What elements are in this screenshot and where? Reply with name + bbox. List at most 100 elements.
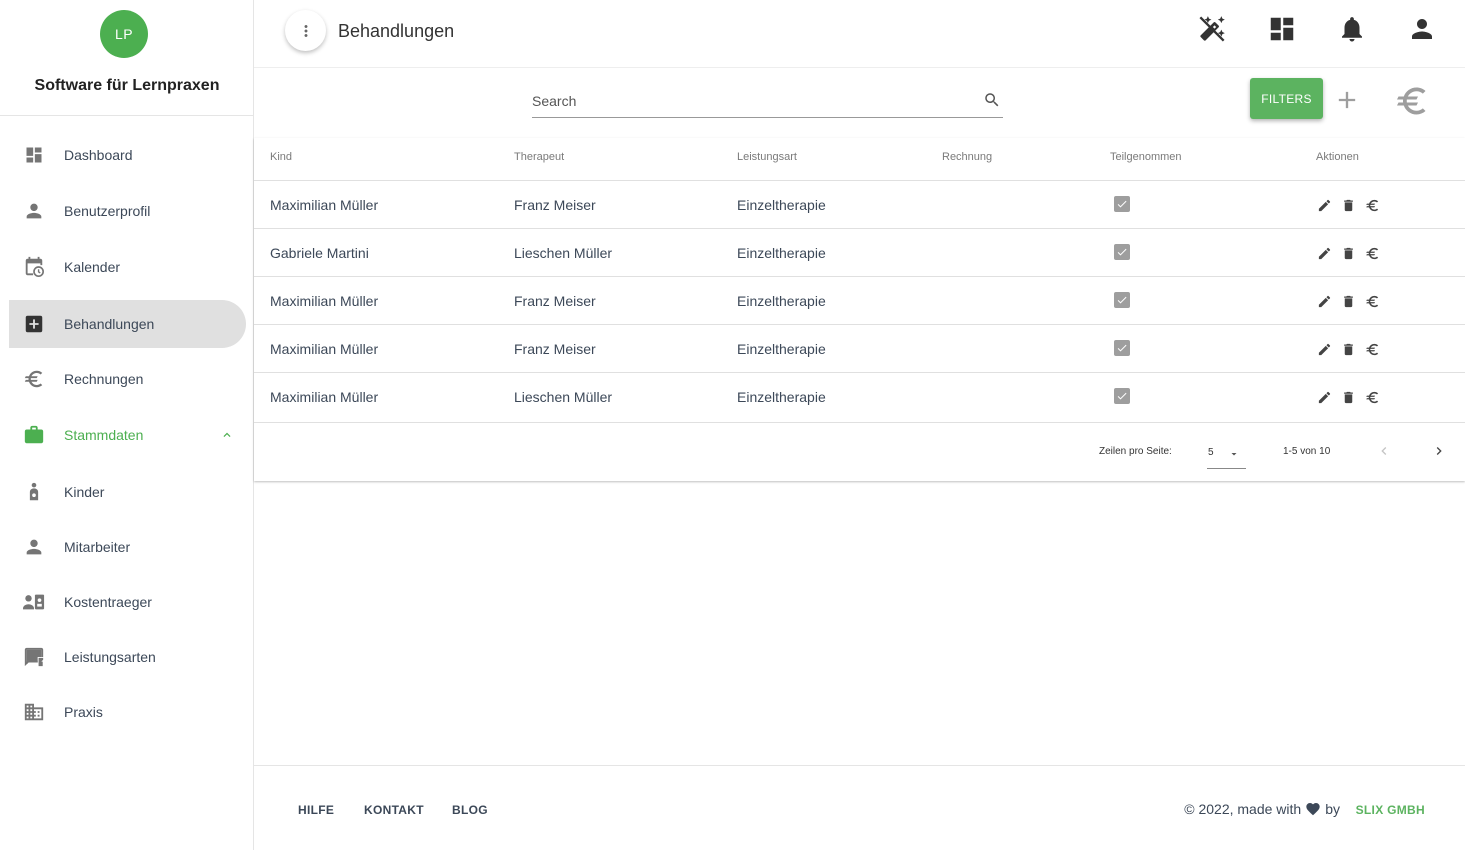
cell-therapeut: Lieschen Müller: [514, 389, 613, 405]
column-header-leistungsart[interactable]: Leistungsart: [737, 151, 797, 163]
sidebar-item-dashboard[interactable]: Dashboard: [9, 131, 246, 179]
sidebar-item-kinder[interactable]: Kinder: [9, 468, 246, 516]
chevron-up-icon[interactable]: [220, 428, 234, 442]
chevron-left-icon[interactable]: [1376, 443, 1392, 459]
table-row[interactable]: Gabriele Martini Lieschen Müller Einzelt…: [254, 228, 1465, 276]
sidebar-item-label: Behandlungen: [64, 316, 155, 332]
sidebar-item-label: Kostentraeger: [64, 594, 152, 610]
delete-icon[interactable]: [1340, 293, 1356, 309]
euro-icon[interactable]: [1394, 83, 1430, 119]
sidebar-item-label: Stammdaten: [64, 427, 144, 443]
column-header-rechnung[interactable]: Rechnung: [942, 151, 992, 163]
teilgenommen-checkbox[interactable]: [1114, 244, 1130, 260]
rows-per-page-select[interactable]: 5: [1207, 437, 1246, 469]
dashboard-icon: [23, 144, 45, 166]
table-row[interactable]: Maximilian Müller Lieschen Müller Einzel…: [254, 372, 1465, 420]
footer-link-blog[interactable]: BLOG: [452, 803, 488, 817]
app-header: Behandlungen: [254, 0, 1465, 68]
edit-icon[interactable]: [1316, 245, 1332, 261]
edit-icon[interactable]: [1316, 293, 1332, 309]
copyright-suffix: by: [1325, 801, 1340, 817]
delete-icon[interactable]: [1340, 341, 1356, 357]
sidebar-item-label: Praxis: [64, 704, 103, 720]
more-vert-button[interactable]: [285, 10, 326, 51]
person-icon: [23, 536, 45, 558]
page-range: 1-5 von 10: [1283, 446, 1331, 457]
child-icon: [23, 481, 45, 503]
euro-icon[interactable]: [1364, 293, 1380, 309]
footer-link-hilfe[interactable]: HILFE: [298, 803, 334, 817]
column-header-therapeut[interactable]: Therapeut: [514, 151, 564, 163]
sidebar-item-praxis[interactable]: Praxis: [9, 688, 246, 736]
teilgenommen-checkbox[interactable]: [1114, 340, 1130, 356]
euro-icon[interactable]: [1364, 197, 1380, 213]
euro-icon[interactable]: [1364, 245, 1380, 261]
edit-icon[interactable]: [1316, 389, 1332, 405]
divider: [0, 115, 253, 116]
delete-icon[interactable]: [1340, 389, 1356, 405]
sidebar-item-rechnungen[interactable]: Rechnungen: [9, 355, 246, 403]
cell-kind: Maximilian Müller: [270, 293, 379, 309]
add-icon[interactable]: [1333, 86, 1361, 114]
person-icon: [23, 200, 45, 222]
calendar-clock-icon: [23, 256, 45, 278]
teilgenommen-checkbox[interactable]: [1114, 388, 1130, 404]
delete-icon[interactable]: [1340, 197, 1356, 213]
arrow-drop-down-icon: [1231, 453, 1237, 456]
footer-link-kontakt[interactable]: KONTAKT: [364, 803, 424, 817]
search-icon[interactable]: [983, 91, 1001, 109]
cell-leistungsart: Einzeltherapie: [737, 293, 826, 309]
filters-button[interactable]: FILTERS: [1250, 78, 1323, 119]
cell-therapeut: Franz Meiser: [514, 197, 596, 213]
briefcase-icon: [23, 424, 45, 446]
cell-leistungsart: Einzeltherapie: [737, 245, 826, 261]
sidebar: LP Software für Lernpraxen Dashboard Ben…: [0, 0, 254, 850]
sidebar-item-label: Dashboard: [64, 147, 133, 163]
cell-kind: Maximilian Müller: [270, 389, 379, 405]
table-row[interactable]: Maximilian Müller Franz Meiser Einzelthe…: [254, 324, 1465, 372]
teilgenommen-checkbox[interactable]: [1114, 292, 1130, 308]
sidebar-item-label: Mitarbeiter: [64, 539, 131, 555]
cell-kind: Maximilian Müller: [270, 197, 379, 213]
column-header-kind[interactable]: Kind: [270, 151, 292, 163]
euro-icon[interactable]: [1364, 341, 1380, 357]
footer: HILFE KONTAKT BLOG © 2022, made with by …: [254, 765, 1465, 850]
edit-icon[interactable]: [1316, 197, 1332, 213]
contact-card-icon: [23, 591, 45, 613]
bell-icon[interactable]: [1337, 14, 1367, 44]
building-icon: [23, 701, 45, 723]
avatar[interactable]: LP: [100, 10, 148, 58]
table-row[interactable]: Maximilian Müller Franz Meiser Einzelthe…: [254, 276, 1465, 324]
table-row[interactable]: Maximilian Müller Franz Meiser Einzelthe…: [254, 180, 1465, 228]
cell-therapeut: Franz Meiser: [514, 293, 596, 309]
sidebar-item-stammdaten[interactable]: Stammdaten: [9, 411, 246, 459]
column-header-teilgenommen[interactable]: Teilgenommen: [1110, 151, 1182, 163]
sidebar-item-benutzerprofil[interactable]: Benutzerprofil: [9, 187, 246, 235]
sidebar-item-kostentraeger[interactable]: Kostentraeger: [9, 578, 246, 626]
dashboard-icon[interactable]: [1267, 14, 1297, 44]
rows-per-page-value: 5: [1208, 447, 1214, 458]
sidebar-item-leistungsarten[interactable]: Leistungsarten: [9, 633, 246, 681]
cell-leistungsart: Einzeltherapie: [737, 341, 826, 357]
chevron-right-icon[interactable]: [1431, 443, 1447, 459]
cell-kind: Maximilian Müller: [270, 341, 379, 357]
teilgenommen-checkbox[interactable]: [1114, 196, 1130, 212]
edit-icon[interactable]: [1316, 341, 1332, 357]
sidebar-item-mitarbeiter[interactable]: Mitarbeiter: [9, 523, 246, 571]
page-title: Behandlungen: [338, 21, 455, 41]
auto-fix-off-icon[interactable]: [1197, 14, 1227, 44]
column-header-aktionen: Aktionen: [1316, 151, 1359, 163]
search-input[interactable]: [532, 90, 972, 112]
sidebar-item-label: Leistungsarten: [64, 649, 156, 665]
company-link[interactable]: SLIX GMBH: [1356, 803, 1425, 817]
euro-icon[interactable]: [1364, 389, 1380, 405]
sidebar-item-label: Benutzerprofil: [64, 203, 151, 219]
delete-icon[interactable]: [1340, 245, 1356, 261]
feedback-icon: [23, 646, 45, 668]
person-icon[interactable]: [1407, 14, 1437, 44]
sidebar-item-label: Kalender: [64, 259, 121, 275]
sidebar-item-label: Rechnungen: [64, 371, 144, 387]
treatments-table: Kind Therapeut Leistungsart Rechnung Tei…: [254, 138, 1465, 481]
sidebar-item-behandlungen[interactable]: Behandlungen: [9, 300, 246, 348]
sidebar-item-kalender[interactable]: Kalender: [9, 243, 246, 291]
